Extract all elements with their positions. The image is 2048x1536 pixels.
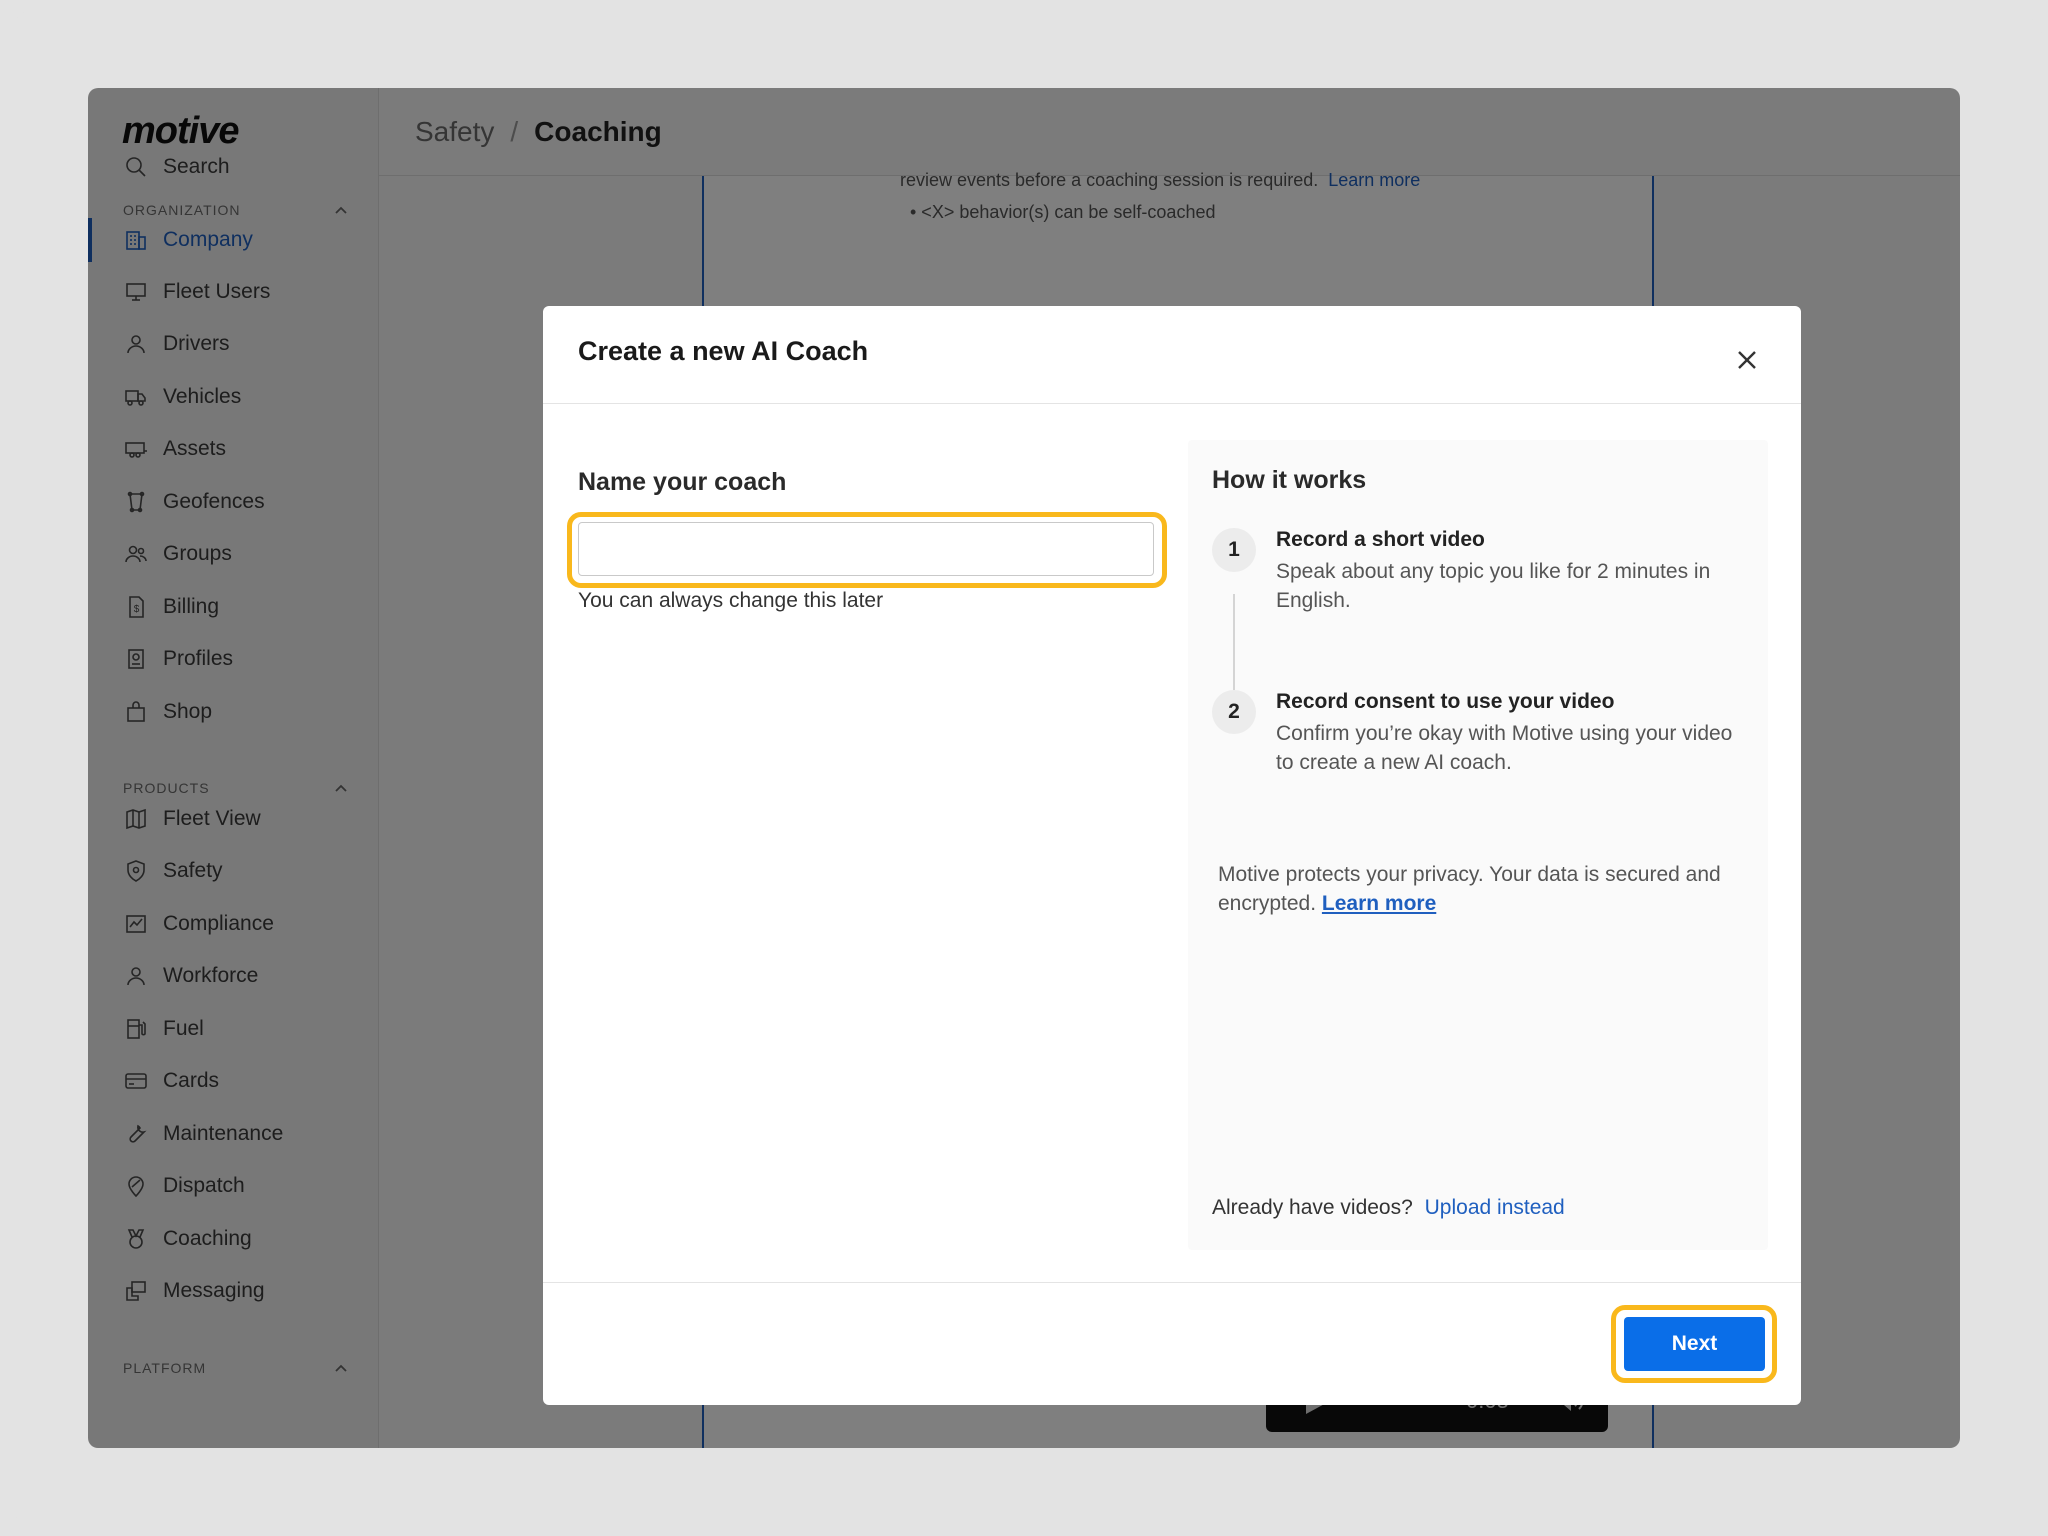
- step-number-badge: 1: [1212, 528, 1256, 572]
- step-description: Speak about any topic you like for 2 min…: [1276, 560, 1711, 612]
- step-connector: [1233, 594, 1235, 690]
- step-description: Confirm you’re okay with Motive using yo…: [1276, 722, 1733, 774]
- privacy-text: Motive protects your privacy. Your data …: [1218, 863, 1721, 915]
- next-button[interactable]: Next: [1624, 1317, 1765, 1371]
- name-helper-text: You can always change this later: [578, 589, 884, 612]
- dialog-title: Create a new AI Coach: [578, 336, 869, 366]
- dialog-footer-divider: [543, 1282, 1801, 1283]
- name-your-coach-heading: Name your coach: [578, 468, 787, 496]
- how-it-works-heading: How it works: [1212, 466, 1367, 494]
- create-ai-coach-dialog: Create a new AI Coach Name your coach Yo…: [543, 306, 1801, 1405]
- close-icon: [1738, 351, 1756, 369]
- step-number-badge: 2: [1212, 690, 1256, 734]
- step-title: Record consent to use your video: [1276, 690, 1615, 713]
- app-window: motive Search ORGANIZATION Company Fleet…: [88, 88, 1960, 1448]
- upload-row: Already have videos? Upload instead: [1212, 1196, 1565, 1220]
- dialog-header-divider: [543, 403, 1801, 404]
- how-it-works-panel: How it works 1 Record a short video Spea…: [1188, 440, 1768, 1250]
- upload-instead-link[interactable]: Upload instead: [1425, 1196, 1565, 1219]
- step-title: Record a short video: [1276, 528, 1485, 551]
- close-button[interactable]: [1733, 346, 1761, 374]
- privacy-learn-more-link[interactable]: Learn more: [1322, 892, 1436, 915]
- coach-name-input[interactable]: [578, 522, 1154, 576]
- privacy-notice: Motive protects your privacy. Your data …: [1218, 860, 1738, 918]
- upload-prompt: Already have videos?: [1212, 1196, 1413, 1219]
